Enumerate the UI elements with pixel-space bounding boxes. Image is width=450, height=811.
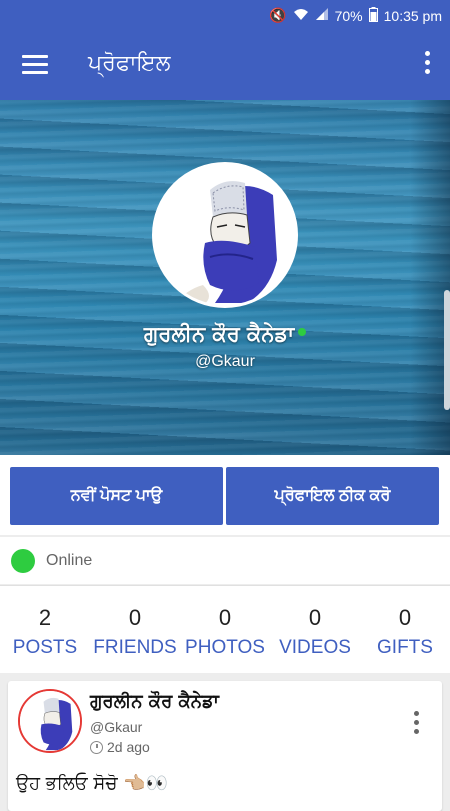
stat-label: FRIENDS [93, 637, 177, 658]
stat-label: VIDEOS [279, 637, 351, 658]
stat-posts[interactable]: 2 POSTS [0, 586, 90, 673]
stat-videos[interactable]: 0 VIDEOS [270, 586, 360, 673]
post-timestamp: 2d ago [90, 739, 150, 755]
signal-icon [315, 7, 329, 24]
online-indicator-icon [11, 548, 35, 573]
profile-actions: ਨਵੀਂ ਪੋਸਟ ਪਾਉ ਪ੍ਰੋਫਾਇਲ ਠੀਕ ਕਰੋ [0, 455, 450, 535]
stat-value: 0 [308, 605, 322, 630]
stat-label: POSTS [12, 637, 78, 658]
menu-icon[interactable] [22, 55, 48, 75]
edit-profile-button[interactable]: ਪ੍ਰੋਫਾਇਲ ਠੀਕ ਕਰੋ [226, 467, 439, 525]
more-options-icon[interactable] [422, 51, 432, 79]
new-post-button[interactable]: ਨਵੀਂ ਪੋਸਟ ਪਾਉ [10, 467, 223, 525]
stat-value: 0 [128, 605, 142, 630]
clock-time: 10:35 pm [383, 7, 442, 24]
avatar-illustration [155, 165, 295, 305]
stat-label: GIFTS [377, 637, 433, 658]
online-dot-icon [298, 328, 307, 336]
stat-friends[interactable]: 0 FRIENDS [90, 586, 180, 673]
app-bar: ਪ੍ਰੋਫਾਇਲ [0, 31, 450, 100]
post-author[interactable]: ਗੁਰਲੀਨ ਕੌਰ ਕੈਨੇਡਾ [90, 691, 219, 712]
avatar-illustration [20, 691, 80, 751]
mute-icon: 🔇 [269, 7, 287, 23]
profile-name: ਗੁਰਲੀਨ ਕੌਰ ਕੈਨੇਡਾ [0, 322, 450, 347]
battery-icon [368, 6, 378, 25]
online-status: Online [0, 537, 450, 584]
post-avatar[interactable] [18, 689, 82, 753]
post-more-options-icon[interactable] [414, 711, 420, 737]
stat-value: 2 [38, 605, 52, 630]
battery-percent: 70% [334, 7, 363, 24]
profile-avatar[interactable] [152, 162, 298, 308]
stat-gifts[interactable]: 0 GIFTS [360, 586, 450, 673]
scrollbar[interactable] [444, 290, 450, 410]
profile-handle: @Gkaur [195, 353, 255, 370]
status-bar: 🔇 70% 10:35 pm [0, 0, 450, 31]
stat-label: PHOTOS [185, 637, 265, 658]
stats-bar: 2 POSTS 0 FRIENDS 0 PHOTOS 0 VIDEOS 0 GI… [0, 585, 450, 673]
cover-photo: ਗੁਰਲੀਨ ਕੌਰ ਕੈਨੇਡਾ @Gkaur [0, 100, 450, 455]
post-time-text: 2d ago [107, 739, 150, 755]
online-label: Online [46, 551, 93, 569]
post-handle: @Gkaur [90, 719, 143, 735]
stat-photos[interactable]: 0 PHOTOS [180, 586, 270, 673]
clock-icon [90, 740, 103, 754]
stat-value: 0 [398, 605, 412, 630]
page-title: ਪ੍ਰੋਫਾਇਲ [88, 51, 171, 76]
stat-value: 0 [218, 605, 232, 630]
post-text: ਉਹ ਭਲਿਓ ਸੋਚੋ 👈🏼👀 [16, 773, 169, 794]
post-card: ਗੁਰਲੀਨ ਕੌਰ ਕੈਨੇਡਾ @Gkaur 2d ago ਉਹ ਭਲਿਓ … [8, 681, 442, 811]
wifi-icon [293, 7, 309, 24]
